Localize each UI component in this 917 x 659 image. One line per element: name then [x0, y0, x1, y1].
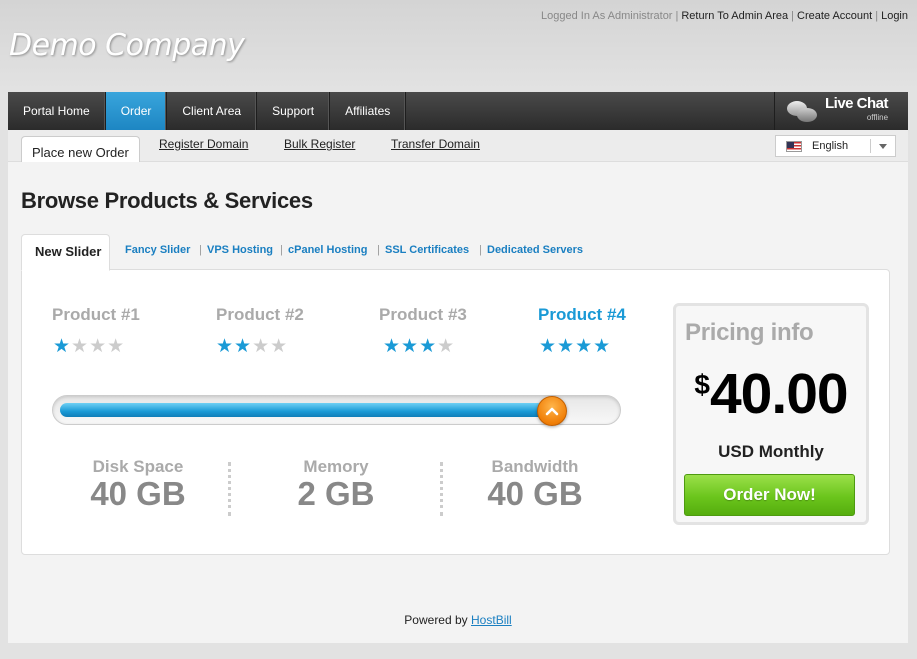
page-title: Browse Products & Services: [21, 188, 313, 213]
spec-divider: [440, 462, 443, 516]
nav-order[interactable]: Order: [105, 92, 168, 130]
us-flag-icon: [786, 140, 802, 152]
sub-nav: Place new Order Register Domain Bulk Reg…: [8, 130, 908, 163]
star-filled-icon: ★: [557, 336, 576, 357]
footer-text: Powered by: [404, 613, 468, 627]
star-filled-icon: ★: [593, 336, 612, 357]
pricing-box: Pricing info $40.00 USD Monthly Order No…: [673, 303, 869, 525]
slider-tabs: New Slider Fancy Slider | VPS Hosting | …: [21, 234, 891, 271]
product-slider-track[interactable]: [52, 395, 621, 426]
login-link[interactable]: Login: [881, 10, 908, 22]
star-empty-icon: ★: [89, 336, 108, 357]
tab-cpanel-hosting[interactable]: cPanel Hosting: [288, 244, 367, 256]
product-slider-fill: [60, 403, 552, 417]
star-rating: ★★★★: [539, 335, 611, 358]
spec-label-bandwidth: Bandwidth: [491, 457, 579, 476]
product-option-2[interactable]: Product #2: [216, 305, 304, 325]
tab-vps-hosting[interactable]: VPS Hosting: [207, 244, 273, 256]
spec-divider: [228, 462, 231, 516]
tab-ssl-certificates[interactable]: SSL Certificates: [385, 244, 469, 256]
tab-place-new-order[interactable]: Place new Order: [21, 136, 140, 163]
live-chat-label: Live Chat: [825, 95, 889, 112]
slider-panel: Product #1 Product #2 Product #3 Product…: [21, 269, 890, 555]
product-option-1[interactable]: Product #1: [52, 305, 140, 325]
star-empty-icon: ★: [437, 336, 456, 357]
order-now-button[interactable]: Order Now!: [684, 474, 855, 516]
star-empty-icon: ★: [107, 336, 126, 357]
tab-transfer-domain[interactable]: Transfer Domain: [391, 137, 480, 151]
tab-register-domain[interactable]: Register Domain: [159, 137, 248, 151]
star-filled-icon: ★: [419, 336, 438, 357]
star-filled-icon: ★: [383, 336, 402, 357]
star-rating: ★★★★: [216, 335, 288, 358]
currency-symbol: $: [694, 369, 710, 400]
star-empty-icon: ★: [270, 336, 289, 357]
billing-period: USD Monthly: [718, 442, 824, 461]
spec-label-memory: Memory: [303, 457, 369, 476]
nav-portal-home[interactable]: Portal Home: [8, 92, 106, 130]
product-option-3[interactable]: Product #3: [379, 305, 467, 325]
top-links: Logged In As Administrator | Return To Adm…: [541, 10, 908, 22]
nav-client-area[interactable]: Client Area: [167, 92, 258, 130]
pricing-title: Pricing info: [685, 319, 814, 346]
tab-dedicated-servers[interactable]: Dedicated Servers: [487, 244, 583, 256]
company-logo[interactable]: Demo Company: [9, 28, 245, 63]
star-filled-icon: ★: [539, 336, 558, 357]
star-rating: ★★★★: [383, 335, 455, 358]
star-empty-icon: ★: [71, 336, 90, 357]
spec-value-disk-space: 40 GB: [90, 475, 186, 512]
hostbill-link[interactable]: HostBill: [471, 613, 512, 627]
product-slider-handle[interactable]: [537, 396, 567, 426]
tab-bulk-register[interactable]: Bulk Register: [284, 137, 355, 151]
spec-label-disk-space: Disk Space: [92, 457, 184, 476]
footer: Powered by HostBill: [8, 613, 908, 627]
live-chat-status: offline: [866, 113, 889, 122]
logged-in-text: Logged In As Administrator: [541, 10, 673, 22]
chevron-down-icon: [879, 144, 887, 149]
spec-value-bandwidth: 40 GB: [487, 475, 583, 512]
star-empty-icon: ★: [252, 336, 271, 357]
star-rating: ★★★★: [53, 335, 125, 358]
star-filled-icon: ★: [575, 336, 594, 357]
live-chat-button[interactable]: Live Chat offline: [774, 92, 908, 130]
star-filled-icon: ★: [234, 336, 253, 357]
star-filled-icon: ★: [401, 336, 420, 357]
tab-fancy-slider[interactable]: Fancy Slider: [125, 244, 190, 256]
language-value: English: [812, 140, 849, 152]
return-admin-link[interactable]: Return To Admin Area: [681, 10, 788, 22]
language-select[interactable]: English: [775, 135, 896, 157]
price-value: $40.00: [676, 361, 866, 427]
main-nav: Portal Home Order Client Area Support Af…: [8, 92, 908, 130]
chat-bubble-icon: [787, 99, 817, 123]
nav-support[interactable]: Support: [257, 92, 331, 130]
price-amount: 40.00: [709, 362, 849, 426]
nav-affiliates[interactable]: Affiliates: [330, 92, 407, 130]
chevron-up-icon: [545, 407, 559, 416]
main-content: Browse Products & Services New Slider Fa…: [8, 162, 908, 643]
product-option-4[interactable]: Product #4: [538, 305, 626, 325]
star-filled-icon: ★: [53, 336, 72, 357]
tab-new-slider[interactable]: New Slider: [21, 234, 111, 271]
star-filled-icon: ★: [216, 336, 235, 357]
spec-value-memory: 2 GB: [297, 475, 375, 512]
create-account-link[interactable]: Create Account: [797, 10, 872, 22]
